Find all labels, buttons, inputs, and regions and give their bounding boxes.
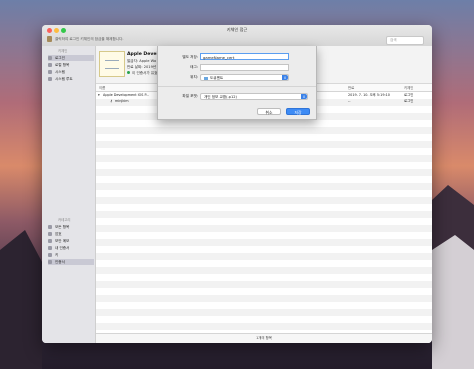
certificate-expiry: 만료 날짜: 2019년 — [127, 65, 157, 69]
save-button[interactable]: 저장 — [286, 108, 310, 115]
key-icon: ⚷ — [110, 99, 113, 103]
sidebar-item-label: 키 — [55, 253, 59, 257]
tags-label: 태그: — [190, 65, 198, 69]
row-keychain: 로그인 — [404, 99, 414, 103]
save-as-label: 별도 저장: — [182, 55, 198, 59]
sidebar-item-label: 시스템 루트 — [55, 77, 73, 81]
search-input[interactable]: 검색 — [386, 36, 424, 45]
sidebar-item-label: 보안 메모 — [55, 239, 70, 243]
folder-icon — [204, 76, 208, 80]
valid-check-icon — [127, 71, 130, 74]
sidebar-item-label: 시스템 — [55, 70, 65, 74]
cancel-button[interactable]: 취소 — [257, 108, 281, 115]
certificate-icon — [48, 260, 52, 264]
sidebar-item-label: 암호 — [55, 232, 62, 236]
sidebar-item-label: 인증서 — [55, 260, 65, 264]
row-expires: -- — [348, 99, 351, 103]
file-format-value: 개인 정보 교환(.p12) — [204, 95, 237, 99]
sidebar-item-passwords[interactable]: 암호 — [48, 231, 94, 237]
sidebar-item-label: 모든 항목 — [55, 225, 70, 229]
chevron-updown-icon: ⇕ — [282, 75, 288, 80]
export-sheet: 별도 저장: gameName_cert 태그: 위치: 도큐멘트 ⇕ 파일 포… — [157, 46, 317, 120]
note-icon — [48, 239, 52, 243]
sidebar-item-keys[interactable]: 키 — [48, 252, 94, 258]
status-bar: 1개의 항목 — [96, 333, 432, 343]
sidebar-item-system[interactable]: 시스템 — [48, 69, 94, 75]
certificate-icon — [99, 51, 125, 77]
sidebar-item-label: 로그인 — [55, 56, 65, 60]
keychain-icon — [48, 77, 52, 81]
key-icon — [48, 253, 52, 257]
lock-icon[interactable] — [47, 36, 52, 42]
where-label: 위치: — [190, 75, 198, 79]
sidebar-item-my-certs[interactable]: 내 인증서 — [48, 245, 94, 251]
sidebar-item-label: 로컬 항목 — [55, 63, 70, 67]
certificate-table: ▾ Apple Development IOS P... 2019. 7. 10… — [96, 92, 432, 332]
sidebar: 키체인 로그인 로컬 항목 시스템 시스템 루트 카테고리 모든 항목 암호 보… — [42, 46, 96, 343]
divider — [158, 86, 316, 87]
tags-input[interactable] — [200, 64, 289, 71]
where-select[interactable]: 도큐멘트 ⇕ — [200, 74, 289, 81]
row-name: minjkim — [115, 99, 129, 103]
sidebar-item-system-roots[interactable]: 시스템 루트 — [48, 76, 94, 82]
sidebar-item-label: 내 인증서 — [55, 246, 70, 250]
search-placeholder: 검색 — [390, 38, 397, 42]
file-format-select[interactable]: 개인 정보 교환(.p12) ⇕ — [200, 93, 308, 100]
keychain-icon — [48, 56, 52, 60]
keychains-header: 키체인 — [58, 49, 68, 53]
sidebar-item-secure-notes[interactable]: 보안 메모 — [48, 238, 94, 244]
column-name[interactable]: 이름 — [99, 85, 105, 90]
sidebar-item-login[interactable]: 로그인 — [48, 55, 94, 61]
sidebar-item-certificates[interactable]: 인증서 — [48, 259, 94, 265]
where-value: 도큐멘트 — [210, 76, 224, 80]
category-header: 카테고리 — [58, 218, 71, 222]
chevron-updown-icon: ⇕ — [301, 94, 307, 99]
certificate-valid: 이 인증서가 유효함 — [127, 71, 161, 76]
keychain-icon — [48, 70, 52, 74]
keychain-icon — [48, 63, 52, 67]
column-keychain[interactable]: 키체인 — [404, 85, 413, 90]
lock-hint: 클릭하여 로그인 키체인의 잠금을 해제합니다. — [55, 37, 124, 41]
save-as-input[interactable]: gameName_cert — [200, 53, 289, 60]
column-expires[interactable]: 만료 — [348, 85, 354, 90]
sidebar-item-local[interactable]: 로컬 항목 — [48, 62, 94, 68]
window-title: 키체인 접근 — [226, 27, 248, 32]
password-icon — [48, 232, 52, 236]
all-items-icon — [48, 225, 52, 229]
sidebar-item-all[interactable]: 모든 항목 — [48, 224, 94, 230]
file-format-label: 파일 포맷: — [182, 94, 198, 98]
certificate-issuer: 발급자: Apple Wo — [127, 59, 157, 63]
certificate-icon — [48, 246, 52, 250]
title-bar: 키체인 접근 클릭하여 로그인 키체인의 잠금을 해제합니다. 검색 — [42, 25, 432, 47]
